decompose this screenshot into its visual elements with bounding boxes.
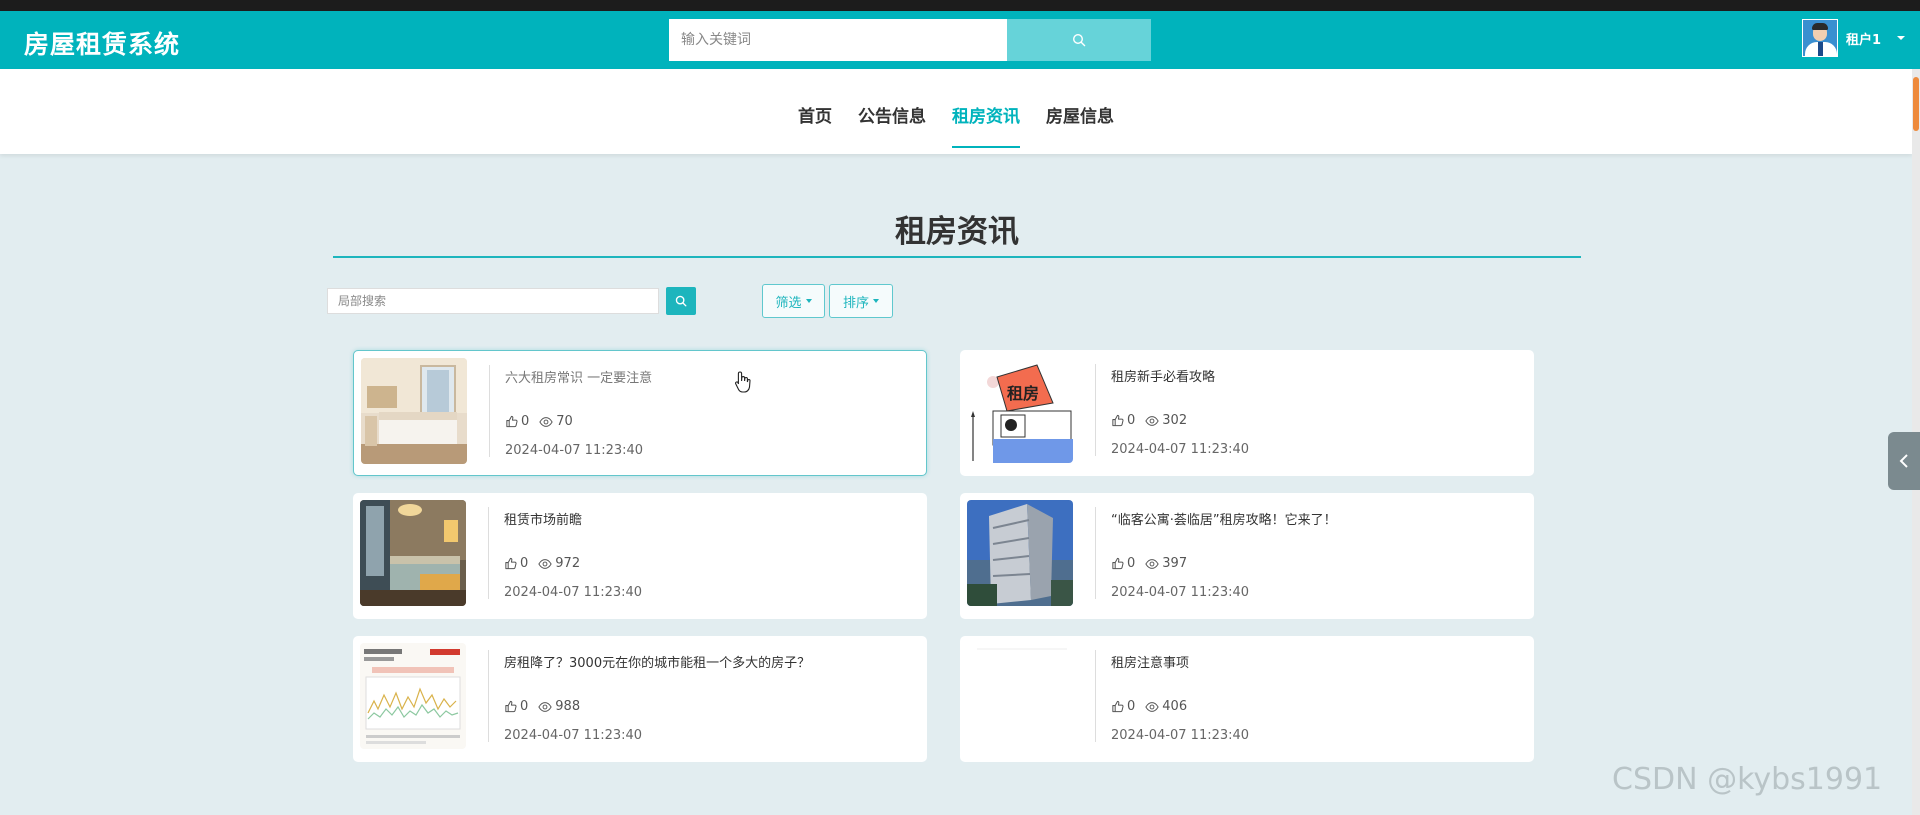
illustration-text: 租房 — [1007, 384, 1039, 403]
side-panel-toggle[interactable] — [1888, 432, 1920, 490]
news-title[interactable]: 租房注意事项 — [1111, 652, 1189, 671]
news-thumbnail — [967, 643, 1073, 749]
view-count: 406 — [1162, 699, 1188, 714]
news-card[interactable]: 六大租房常识 一定要注意 0 70 2024-04-07 11:23:40 — [353, 350, 927, 476]
news-thumbnail: 租房 — [967, 357, 1073, 463]
main-nav: 首页 公告信息 租房资讯 房屋信息 — [0, 69, 1912, 154]
chevron-down-icon — [1897, 36, 1906, 40]
filter-label: 筛选 — [775, 295, 802, 311]
username: 租户1 — [1846, 32, 1882, 48]
header-bar: 房屋租赁系统 租户1 — [0, 11, 1920, 69]
news-date: 2024-04-07 11:23:40 — [504, 728, 643, 743]
card-divider — [1095, 507, 1096, 599]
search-icon — [1072, 33, 1086, 47]
news-stats: 0 988 — [504, 699, 580, 714]
news-stats: 0 406 — [1111, 699, 1187, 714]
global-search-input[interactable] — [669, 19, 1007, 61]
eye-icon — [1145, 558, 1159, 569]
nav-house-info[interactable]: 房屋信息 — [1033, 69, 1127, 154]
news-date: 2024-04-07 11:23:40 — [1111, 585, 1250, 600]
eye-icon — [539, 416, 553, 427]
thumbs-up-icon — [505, 557, 517, 570]
eye-icon — [538, 701, 552, 712]
thumbs-up-icon — [1112, 557, 1124, 570]
nav-announcements[interactable]: 公告信息 — [845, 69, 939, 154]
news-title[interactable]: 六大租房常识 一定要注意 — [505, 367, 652, 386]
site-brand[interactable]: 房屋租赁系统 — [24, 25, 180, 61]
card-divider — [488, 650, 489, 742]
user-menu[interactable]: 租户1 — [1802, 18, 1906, 58]
news-stats: 0 397 — [1111, 556, 1187, 571]
thumbs-up-icon — [1112, 700, 1124, 713]
browser-top-strip — [0, 0, 1920, 11]
news-thumbnail — [360, 643, 466, 749]
local-search-input[interactable] — [327, 288, 659, 314]
page-title: 租房资讯 — [895, 214, 1019, 250]
like-count: 0 — [1127, 556, 1136, 571]
view-count: 397 — [1162, 556, 1188, 571]
news-thumbnail — [361, 358, 467, 464]
nav-home[interactable]: 首页 — [785, 69, 845, 154]
news-thumbnail — [967, 500, 1073, 606]
global-search — [669, 19, 1151, 61]
watermark: CSDN @kybs1991 — [1612, 762, 1883, 797]
local-search-button[interactable] — [666, 287, 696, 315]
view-count: 302 — [1162, 413, 1188, 428]
news-date: 2024-04-07 11:23:40 — [1111, 728, 1250, 743]
like-count: 0 — [520, 699, 529, 714]
caret-down-icon — [873, 299, 879, 303]
like-count: 0 — [1127, 413, 1136, 428]
news-thumbnail — [360, 500, 466, 606]
news-title[interactable]: 房租降了？3000元在你的城市能租一个多大的房子？ — [504, 652, 810, 671]
eye-icon — [1145, 701, 1159, 712]
thumbs-up-icon — [1112, 414, 1124, 427]
like-count: 0 — [520, 556, 529, 571]
news-title[interactable]: 租赁市场前瞻 — [504, 509, 582, 528]
news-card[interactable]: 房租降了？3000元在你的城市能租一个多大的房子？ 0 988 2024-04-… — [353, 636, 927, 762]
news-title[interactable]: 租房新手必看攻略 — [1111, 366, 1215, 385]
hand-cursor-icon — [734, 370, 752, 398]
card-divider — [489, 365, 490, 457]
view-count: 70 — [556, 414, 573, 429]
caret-down-icon — [805, 299, 812, 303]
like-count: 0 — [1127, 699, 1136, 714]
search-icon — [675, 295, 687, 307]
title-underline — [333, 256, 1581, 258]
view-count: 988 — [555, 699, 581, 714]
news-title[interactable]: “临客公寓·荟临居”租房攻略！它来了！ — [1111, 509, 1337, 528]
news-stats: 0 70 — [505, 414, 573, 429]
news-date: 2024-04-07 11:23:40 — [504, 585, 643, 600]
thumbs-up-icon — [505, 700, 517, 713]
news-card[interactable]: 租房注意事项 0 406 2024-04-07 11:23:40 — [960, 636, 1534, 762]
eye-icon — [1145, 415, 1159, 426]
thumbs-up-icon — [506, 415, 518, 428]
global-search-button[interactable] — [1007, 19, 1151, 61]
scrollbar-thumb[interactable] — [1913, 77, 1919, 131]
card-divider — [488, 507, 489, 599]
avatar — [1802, 19, 1838, 57]
news-card[interactable]: “临客公寓·荟临居”租房攻略！它来了！ 0 397 2024-04-07 11:… — [960, 493, 1534, 619]
news-card[interactable]: 租房 租房新手必看攻略 0 302 2024-04-07 11:23:40 — [960, 350, 1534, 476]
news-card[interactable]: 租赁市场前瞻 0 972 2024-04-07 11:23:40 — [353, 493, 927, 619]
news-date: 2024-04-07 11:23:40 — [1111, 442, 1250, 457]
sort-label: 排序 — [842, 295, 869, 311]
news-stats: 0 972 — [504, 556, 580, 571]
eye-icon — [538, 558, 552, 569]
like-count: 0 — [521, 414, 530, 429]
news-stats: 0 302 — [1111, 413, 1187, 428]
sort-dropdown-button[interactable]: 排序 — [829, 284, 893, 318]
card-divider — [1095, 364, 1096, 456]
filter-dropdown-button[interactable]: 筛选 — [762, 284, 825, 318]
chevron-left-icon — [1899, 454, 1908, 468]
news-date: 2024-04-07 11:23:40 — [505, 443, 644, 458]
card-divider — [1095, 650, 1096, 742]
nav-rental-news[interactable]: 租房资讯 — [939, 69, 1033, 154]
view-count: 972 — [555, 556, 581, 571]
